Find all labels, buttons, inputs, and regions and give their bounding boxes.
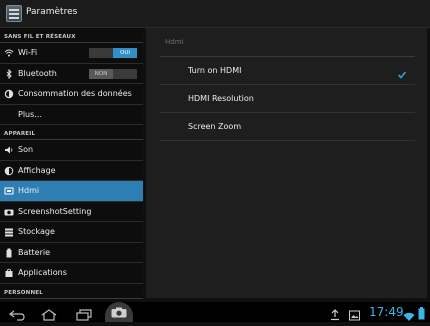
screenshot-camera-icon [111, 307, 127, 318]
home-icon[interactable] [40, 306, 58, 321]
app-title: Paramètres [26, 7, 78, 17]
bluetooth-label: Bluetooth [18, 68, 57, 78]
screen-zoom-label: Screen Zoom [188, 122, 242, 131]
camera-icon [4, 207, 14, 217]
usb-upload-icon [330, 306, 340, 321]
image-notification-icon [349, 306, 360, 321]
storage-icon [4, 227, 14, 237]
data-usage-label: Consommation des données [18, 89, 132, 98]
list-item-wifi[interactable]: Wi-Fi OUI [0, 43, 143, 64]
battery-icon [4, 248, 14, 258]
more-label: Plus... [18, 109, 42, 119]
list-item-applications[interactable]: Applications [0, 263, 143, 284]
setting-turn-on-hdmi[interactable]: Turn on HDMI [160, 57, 415, 85]
wifi-toggle[interactable]: OUI [89, 48, 137, 58]
navigation-bar [0, 302, 430, 322]
display-label: Affichage [18, 165, 56, 175]
list-item-storage[interactable]: Stockage [0, 222, 143, 243]
battery-label: Batterie [18, 247, 51, 257]
battery-icon [418, 305, 425, 320]
action-bar: Paramètres [0, 0, 430, 28]
detail-pane: Hdmi Turn on HDMI HDMI Resolution Screen… [143, 28, 430, 302]
section-header-device: APPAREIL [0, 125, 143, 140]
settings-icon[interactable] [6, 5, 22, 22]
hdmi-icon [4, 186, 14, 196]
hdmi-resolution-label: HDMI Resolution [188, 94, 254, 103]
clock: 17:49 [369, 305, 404, 319]
list-item-data-usage[interactable]: Consommation des données [0, 84, 143, 105]
setting-hdmi-resolution[interactable]: HDMI Resolution [160, 85, 415, 113]
apps-icon [4, 268, 14, 278]
list-item-battery[interactable]: Batterie [0, 243, 143, 263]
wifi-icon [4, 48, 14, 58]
list-item-screenshot-setting[interactable]: ScreenshotSetting [0, 202, 143, 222]
hdmi-label: Hdmi [18, 186, 40, 195]
list-item-bluetooth[interactable]: Bluetooth NON [0, 64, 143, 84]
storage-label: Stockage [18, 227, 55, 236]
recent-apps-icon[interactable] [75, 306, 93, 321]
applications-label: Applications [18, 268, 67, 277]
list-item-sound[interactable]: Son [0, 140, 143, 161]
list-item-display[interactable]: Affichage [0, 161, 143, 181]
list-item-more[interactable]: Plus... [0, 105, 143, 125]
list-item-hdmi[interactable]: Hdmi [0, 181, 143, 202]
volume-icon [4, 145, 14, 155]
turn-on-hdmi-label: Turn on HDMI [188, 66, 242, 75]
wifi-label: Wi-Fi [18, 48, 38, 57]
wifi-toggle-state: OUI [113, 48, 137, 58]
settings-list: SANS FIL ET RÉSEAUX Wi-Fi OUI Bluetooth … [0, 28, 143, 302]
sound-label: Son [18, 145, 34, 154]
setting-screen-zoom[interactable]: Screen Zoom [160, 113, 415, 141]
brightness-icon [4, 166, 14, 176]
screenshot-camera-button[interactable] [105, 302, 133, 322]
section-header-personal: PERSONNEL [0, 284, 143, 299]
bluetooth-toggle[interactable]: NON [89, 68, 137, 79]
wifi-icon [403, 307, 415, 321]
checkmark-icon[interactable] [397, 65, 407, 79]
hdmi-settings-card: Hdmi Turn on HDMI HDMI Resolution Screen… [146, 28, 427, 298]
section-header-wireless: SANS FIL ET RÉSEAUX [0, 28, 143, 43]
back-icon[interactable] [8, 306, 26, 321]
detail-header: Hdmi [165, 38, 184, 46]
data-usage-icon [4, 89, 14, 99]
bluetooth-toggle-state: NON [89, 68, 113, 79]
screenshot-setting-label: ScreenshotSetting [18, 206, 92, 216]
bluetooth-icon [4, 68, 14, 79]
